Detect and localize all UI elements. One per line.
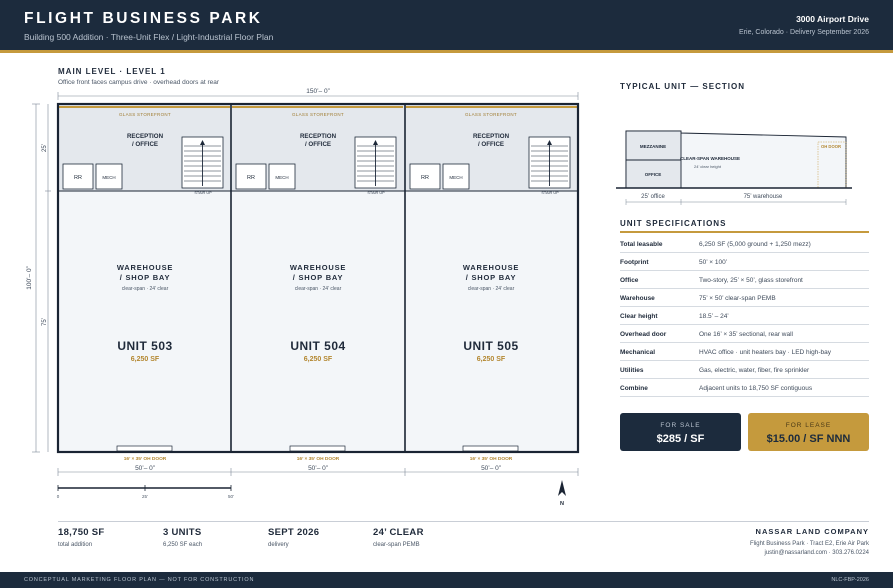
overhead-door-label: 16’ × 35’ OH DOOR [470,456,513,462]
stat-label: delivery [268,542,289,548]
spec-value: Two-story, 25’ × 50’, glass storefront [699,277,803,284]
unit-name: UNIT 505 [463,339,518,353]
warehouse-dimension-label: 75’ warehouse [744,194,783,200]
stat-value: 24’ CLEAR [373,527,424,538]
warehouse-label-line1: WAREHOUSE [463,263,519,272]
clear-span-note: clear-span · 24’ clear [295,286,342,292]
overhead-door-label: 16’ × 35’ OH DOOR [124,456,167,462]
unit-name: UNIT 504 [290,339,345,353]
warehouse-label-line2: / SHOP BAY [120,273,171,282]
warehouse-depth-label: 75’ [42,318,48,326]
spec-value: 50’ × 100’ [699,259,728,266]
spec-value: 6,250 SF (5,000 ground + 1,250 mezz) [699,241,811,248]
scale-tick-label: 0 [57,494,60,499]
for-sale-price: $285 / SF [656,433,705,445]
unit-name: UNIT 503 [117,339,172,353]
spec-label: Footprint [620,259,649,266]
graphic-scale [57,485,232,491]
unit-width-label: 50’– 0” [308,465,328,472]
page-footer: CONCEPTUAL MARKETING FLOOR PLAN — NOT FO… [0,572,893,588]
stat-label: total addition [58,542,93,548]
stat-value: 18,750 SF [58,527,105,538]
office-block [625,130,682,189]
for-lease-price: $15.00 / SF NNN [766,433,851,445]
warehouse-label-line1: WAREHOUSE [117,263,173,272]
section-drawing: MEZZANINE OFFICE CLEAR-SPAN WAREHOUSE 24… [616,130,852,205]
for-sale-card: FOR SALE $285 / SF [620,413,741,451]
spec-row-total-leasable: Total leasable 6,250 SF (5,000 ground + … [620,235,869,253]
unit-area: 6,250 SF [477,356,506,363]
mezzanine-label: MEZZANINE [640,144,666,149]
company-block: NASSAR LAND COMPANY Flight Business Park… [750,527,869,556]
for-lease-caption: FOR LEASE [785,422,832,429]
stat-value: 3 UNITS [163,527,202,538]
unit-width-label: 50’– 0” [481,465,501,472]
spec-row-warehouse: Warehouse 75’ × 50’ clear-span PEMB [620,289,869,307]
for-sale-caption: FOR SALE [660,422,701,429]
section-warehouse-label: CLEAR-SPAN WAREHOUSE [680,156,740,161]
north-label: N [560,501,564,507]
warehouse-label-line1: WAREHOUSE [290,263,346,272]
spec-label: Mechanical [620,349,656,356]
clear-span-note: clear-span · 24’ clear [122,286,169,292]
company-name: NASSAR LAND COMPANY [755,527,869,536]
spec-row-clear-height: Clear height 18.5’ – 24’ [620,307,869,325]
spec-value: HVAC office · unit heaters bay · LED hig… [699,349,831,356]
stat-clear-height: 24’ CLEAR clear-span PEMB [373,527,424,548]
stat-value: SEPT 2026 [268,527,320,538]
unit-width-label: 50’– 0” [135,465,155,472]
office-dimension-label: 25’ office [641,194,665,200]
spec-label: Warehouse [620,295,655,302]
stats-divider [58,521,869,522]
oh-door-label: OH DOOR [821,144,841,149]
spec-value: Gas, electric, water, fiber, fire sprink… [699,367,810,374]
overhead-door-label: 16’ × 35’ OH DOOR [297,456,340,462]
spec-row-footprint: Footprint 50’ × 100’ [620,253,869,271]
stat-delivery: SEPT 2026 delivery [268,527,319,548]
spec-value: 18.5’ – 24’ [699,313,729,320]
spec-label: Total leasable [620,241,663,248]
stat-label: 6,250 SF each [163,542,203,548]
overall-depth-label: 100’– 0” [26,266,33,290]
for-lease-card: FOR LEASE $15.00 / SF NNN [748,413,869,451]
warehouse-label-line2: / SHOP BAY [466,273,517,282]
company-contact-line: justin@nassarland.com · 303.276.0224 [764,550,870,556]
spec-label: Utilities [620,367,644,374]
spec-label: Clear height [620,313,658,320]
warehouse-label-line2: / SHOP BAY [293,273,344,282]
clear-height-label: 24’ clear height [694,164,722,169]
clear-span-note: clear-span · 24’ clear [468,286,515,292]
overhead-door [289,445,346,452]
north-arrow-icon [558,480,566,496]
spec-value: One 16’ × 35’ sectional, rear wall [699,331,793,338]
stat-total-addition: 18,750 SF total addition [58,527,105,548]
spec-row-office: Office Two-story, 25’ × 50’, glass store… [620,271,869,289]
footer-disclaimer: CONCEPTUAL MARKETING FLOOR PLAN — NOT FO… [24,577,255,583]
spec-row-utilities: Utilities Gas, electric, water, fiber, f… [620,361,869,379]
spec-label: Overhead door [620,331,667,338]
spec-row-overhead-door: Overhead door One 16’ × 35’ sectional, r… [620,325,869,343]
company-site-line: Flight Business Park · Tract E2, Erie Ai… [749,541,869,547]
section-office-label: OFFICE [645,172,662,177]
spec-label: Office [620,277,639,284]
specs-title: UNIT SPECIFICATIONS [620,219,727,228]
unit-area: 6,250 SF [304,356,333,363]
scale-tick-label: 25’ [142,494,148,499]
spec-row-combine: Combine Adjacent units to 18,750 SF cont… [620,379,869,397]
scale-tick-label: 50’ [228,494,234,499]
spec-value: 75’ × 50’ clear-span PEMB [699,295,776,302]
unit-area: 6,250 SF [131,356,160,363]
footer-document-id: NLC-FBP-2026 [831,577,869,583]
stat-units: 3 UNITS 6,250 SF each [163,527,202,548]
overhead-door [462,445,519,452]
spec-row-mechanical: Mechanical HVAC office · unit heaters ba… [620,343,869,361]
spec-label: Combine [620,385,648,392]
stat-label: clear-span PEMB [373,542,420,548]
overhead-door [116,445,173,452]
spec-value: Adjacent units to 18,750 SF contiguous [699,385,813,392]
specs-accent-rule [620,231,869,233]
